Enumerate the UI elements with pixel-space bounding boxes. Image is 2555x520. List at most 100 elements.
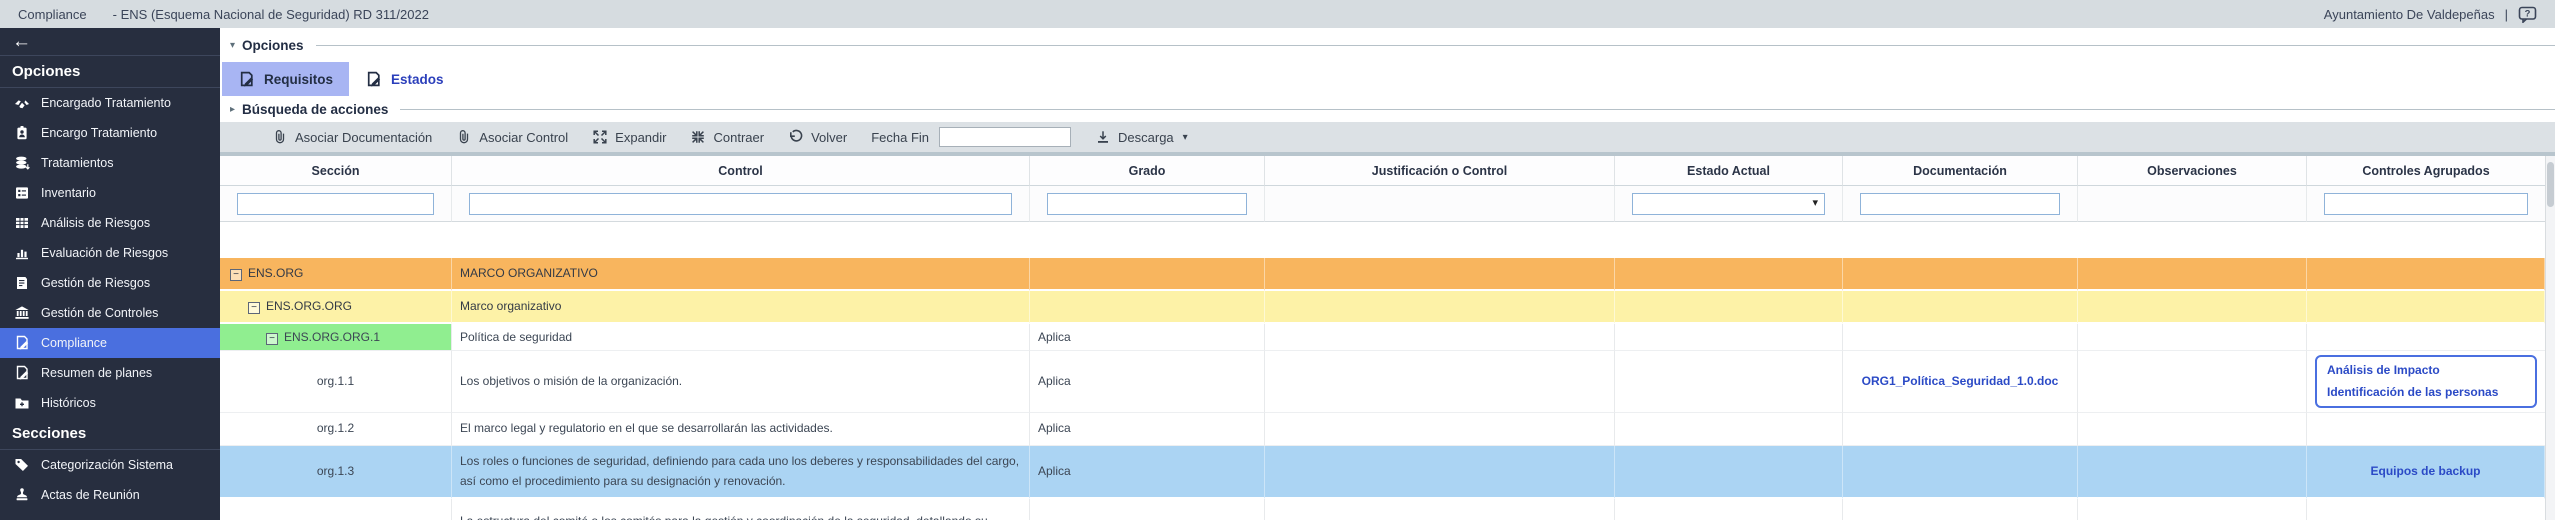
contraer-button[interactable]: Contraer: [690, 129, 764, 145]
control-value: Marco organizativo: [452, 291, 1030, 324]
toolbar: Asociar Documentación Asociar Control Ex…: [220, 122, 2555, 152]
sidebar-item-label: Inventario: [41, 186, 96, 200]
filter-row: ▾: [220, 186, 2545, 222]
sidebar-item-tratamientos[interactable]: Tratamientos: [0, 148, 220, 178]
chevron-down-icon: ▾: [230, 40, 235, 51]
sidebar-item-label: Compliance: [41, 336, 107, 350]
sidebar-item-label: Gestión de Riesgos: [41, 276, 150, 290]
col-header-justificacion: Justificación o Control: [1265, 156, 1615, 186]
table-row-org-1-1[interactable]: org.1.1 Los objetivos o misión de la org…: [220, 351, 2545, 413]
control-value: Los roles o funciones de seguridad, defi…: [452, 446, 1030, 499]
control-agrupado-link[interactable]: Análisis de Impacto: [2327, 362, 2525, 379]
id-badge-icon: [14, 125, 30, 141]
divider: [316, 45, 2555, 46]
table-row-ens-org-org[interactable]: −ENS.ORG.ORG Marco organizativo: [220, 291, 2545, 324]
undo-icon: [788, 129, 804, 145]
stamp-icon: [14, 487, 30, 503]
svg-text:?: ?: [2525, 8, 2531, 19]
filter-grado-input[interactable]: [1047, 193, 1247, 215]
scrollbar-thumb[interactable]: [2547, 162, 2554, 207]
sidebar-item-encargado-tratamiento[interactable]: Encargado Tratamiento: [0, 88, 220, 118]
filter-seccion-input[interactable]: [237, 193, 434, 215]
col-header-estado-actual: Estado Actual: [1615, 156, 1843, 186]
list-icon: [14, 185, 30, 201]
table-row-ens-org-org-1[interactable]: −ENS.ORG.ORG.1 Política de seguridad Apl…: [220, 324, 2545, 351]
col-header-seccion: Sección: [220, 156, 452, 186]
table-row-org-1-2[interactable]: org.1.2 El marco legal y regulatorio en …: [220, 413, 2545, 446]
table-row-org-1-4[interactable]: org.1.4 La estructura del comité o los c…: [220, 499, 2545, 520]
tab-requisitos[interactable]: Requisitos: [222, 62, 349, 96]
context-title: - ENS (Esquema Nacional de Seguridad) RD…: [113, 7, 429, 22]
organization-name: Ayuntamiento De Valdepeñas: [2324, 7, 2495, 22]
tab-estados[interactable]: Estados: [349, 62, 460, 96]
grado-value: Aplica: [1030, 446, 1265, 499]
collapse-icon[interactable]: −: [230, 269, 242, 281]
grado-value: Aplica: [1030, 351, 1265, 413]
sidebar-item-gestion-de-riesgos[interactable]: Gestión de Riesgos: [0, 268, 220, 298]
button-label: Volver: [811, 130, 847, 145]
table-row-org-1-3[interactable]: org.1.3 Los roles o funciones de segurid…: [220, 446, 2545, 499]
sidebar-item-label: Categorización Sistema: [41, 458, 173, 472]
table-area: Sección Control Grado Justificación o Co…: [220, 152, 2555, 520]
tab-bar: Requisitos Estados: [222, 58, 2555, 96]
control-agrupado-link[interactable]: Equipos de backup: [2370, 464, 2480, 478]
search-actions-panel-header[interactable]: ▸ Búsqueda de acciones: [220, 100, 2555, 118]
col-header-controles-agrupados: Controles Agrupados: [2307, 156, 2545, 186]
filter-control-input[interactable]: [469, 193, 1012, 215]
grado-value: Aplica: [1030, 413, 1265, 446]
control-agrupado-link[interactable]: Identificación de las personas: [2327, 384, 2525, 401]
chevron-down-icon: ▾: [1812, 194, 1818, 213]
paperclip-icon: [272, 129, 288, 145]
handshake-icon: [14, 95, 30, 111]
control-value: La estructura del comité o los comités p…: [452, 499, 1030, 520]
sidebar-item-label: Gestión de Controles: [41, 306, 158, 320]
chevron-down-icon: ▾: [1183, 132, 1188, 143]
descarga-button[interactable]: Descarga ▾: [1095, 129, 1188, 145]
filter-controles-agrupados-input[interactable]: [2324, 193, 2528, 215]
arrow-left-icon: ←: [12, 31, 31, 53]
asociar-documentacion-button[interactable]: Asociar Documentación: [272, 129, 432, 145]
options-panel-header[interactable]: ▾ Opciones: [220, 36, 2555, 54]
button-label: Asociar Documentación: [295, 130, 432, 145]
sidebar-item-evaluacion-de-riesgos[interactable]: Evaluación de Riesgos: [0, 238, 220, 268]
file-edit-icon: [14, 335, 30, 351]
sidebar-item-analisis-de-riesgos[interactable]: Análisis de Riesgos: [0, 208, 220, 238]
sidebar-item-historicos[interactable]: Históricos: [0, 388, 220, 418]
sidebar-item-resumen-de-planes[interactable]: Resumen de planes: [0, 358, 220, 388]
grado-value: Aplica: [1030, 324, 1265, 351]
collapse-icon[interactable]: −: [248, 302, 260, 314]
sidebar-item-encargo-tratamiento[interactable]: Encargo Tratamiento: [0, 118, 220, 148]
sidebar-item-actas-de-reunion[interactable]: Actas de Reunión: [0, 480, 220, 510]
spacer-row: [220, 222, 2545, 258]
sidebar-item-gestion-de-controles[interactable]: Gestión de Controles: [0, 298, 220, 328]
vertical-scrollbar[interactable]: [2545, 156, 2555, 520]
sidebar-item-compliance[interactable]: Compliance: [0, 328, 220, 358]
app-window: Compliance - ENS (Esquema Nacional de Se…: [0, 0, 2555, 520]
help-icon[interactable]: ?: [2518, 6, 2537, 23]
file-edit-icon: [238, 71, 255, 88]
sidebar-item-inventario[interactable]: Inventario: [0, 178, 220, 208]
filter-estado-actual-select[interactable]: ▾: [1632, 193, 1825, 215]
grado-value: Aplica: [1030, 499, 1265, 520]
volver-button[interactable]: Volver: [788, 129, 847, 145]
tab-label: Estados: [391, 72, 444, 87]
filter-documentacion-input[interactable]: [1860, 193, 2060, 215]
fecha-fin-input[interactable]: [939, 127, 1071, 147]
seccion-value: org.1.4: [220, 499, 452, 520]
document-lines-icon: [14, 275, 30, 291]
table-row-ens-org[interactable]: −ENS.ORG MARCO ORGANIZATIVO: [220, 258, 2545, 291]
app-title: Compliance: [18, 7, 87, 22]
document-link[interactable]: ORG1_Política_Seguridad_1.0.doc: [1862, 374, 2059, 388]
seccion-value: org.1.2: [220, 413, 452, 446]
expandir-button[interactable]: Expandir: [592, 129, 666, 145]
asociar-control-button[interactable]: Asociar Control: [456, 129, 568, 145]
topbar-divider: |: [2505, 7, 2508, 22]
bank-icon: [14, 305, 30, 321]
button-label: Contraer: [713, 130, 764, 145]
sidebar-item-categorizacion-sistema[interactable]: Categorización Sistema: [0, 450, 220, 480]
sidebar: ← Opciones Encargado Tratamiento Encargo…: [0, 28, 220, 520]
sidebar-section-opciones: Opciones: [0, 56, 220, 88]
back-button[interactable]: ←: [0, 28, 220, 56]
collapse-icon[interactable]: −: [266, 333, 278, 345]
paperclip-icon: [456, 129, 472, 145]
